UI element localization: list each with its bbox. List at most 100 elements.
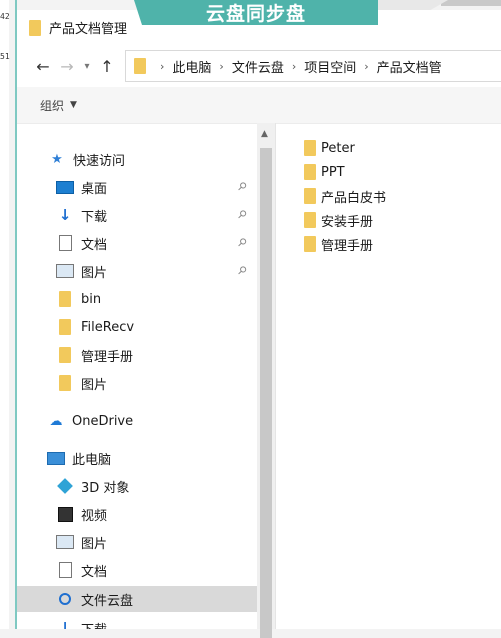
cube-icon [57,478,73,494]
nav-label: 此电脑 [72,452,112,468]
nav-pictures[interactable]: 图片 [55,258,107,284]
folder-icon [59,375,71,391]
folder-icon [304,140,316,156]
breadcrumb-cloud[interactable]: 文件云盘 [232,57,284,76]
document-icon [58,235,72,251]
folder-icon [304,188,316,204]
file-list: Peter PPT 产品白皮书 安装手册 管理手册 [275,123,501,629]
nav-this-pc[interactable]: 此电脑 [46,445,111,471]
nav-label: 下载 [81,209,108,225]
desktop-icon [56,180,74,194]
nav-documents[interactable]: 文档 [55,230,107,256]
explorer-window: 产品文档管理 ← → ▾ ↑ › 此电脑 › 文件云盘 › 项目空间 › 产品文… [17,10,501,638]
pin-icon[interactable]: ⚲ [235,179,250,194]
file-name: PPT [321,164,345,180]
nav-label: 3D 对象 [81,480,130,496]
nav-manuals[interactable]: 管理手册 [55,342,133,368]
breadcrumb-project-space[interactable]: 项目空间 [304,57,356,76]
nav-label: bin [81,291,102,307]
page-edge [0,0,9,629]
pin-icon[interactable]: ⚲ [235,235,250,250]
folder-icon [304,236,316,252]
nav-videos[interactable]: 视频 [55,501,107,527]
file-name: 管理手册 [321,238,374,254]
nav-label: 文件云盘 [81,593,134,609]
download-icon: ↓ [58,619,72,629]
nav-label: 快速访问 [73,153,126,169]
cloud-drive-icon [59,593,71,605]
nav-cloud-drive[interactable]: 文件云盘 [17,586,257,612]
picture-icon [56,535,74,549]
list-item[interactable]: PPT [304,161,345,183]
up-arrow-icon[interactable]: ↑ [95,57,119,76]
nav-label: 下载 [81,619,107,630]
list-item[interactable]: 管理手册 [304,233,373,255]
star-icon: ★ [51,151,63,167]
nav-label: 图片 [81,265,108,281]
navigation-pane: ★ 快速访问 桌面 ⚲ ↓ 下载 ⚲ 文档 ⚲ 图片 ⚲ bin FileRec… [17,123,257,629]
nav-pictures-folder[interactable]: 图片 [55,370,107,396]
line-number: 51 [0,52,10,61]
nav-3d-objects[interactable]: 3D 对象 [55,473,129,499]
recent-locations-chevron-icon[interactable]: ▾ [79,61,95,72]
video-icon [57,506,73,522]
list-item[interactable]: 产品白皮书 [304,185,386,207]
folder-icon [304,164,316,180]
nav-documents-pc[interactable]: 文档 [55,557,107,583]
address-bar[interactable]: › 此电脑 › 文件云盘 › 项目空间 › 产品文档管 [125,50,501,82]
nav-quick-access[interactable]: ★ 快速访问 [47,146,125,172]
nav-bin[interactable]: bin [55,286,101,312]
nav-label: 文档 [81,237,108,253]
folder-icon [59,291,71,307]
file-name: Peter [321,140,355,156]
scroll-up-arrow-icon[interactable]: ▲ [261,129,268,139]
nav-label: OneDrive [72,413,134,429]
nav-onedrive[interactable]: ☁ OneDrive [46,408,134,434]
line-number: 42 [0,12,10,21]
organize-menu[interactable]: 组织 [40,97,64,114]
window-title: 产品文档管理 [49,22,128,37]
cloud-icon: ☁ [49,413,63,429]
nav-label: 文档 [81,564,108,580]
scrollbar-thumb[interactable] [260,148,272,638]
decoration [441,0,501,6]
nav-filerecv[interactable]: FileRecv [55,314,134,340]
back-arrow-icon[interactable]: ← [31,57,55,76]
nav-pictures-pc[interactable]: 图片 [55,529,107,555]
list-item[interactable]: Peter [304,137,355,159]
banner-heading: 云盘同步盘 [134,0,378,25]
nav-scrollbar[interactable]: ▲ [257,123,275,638]
breadcrumb-separator-icon[interactable]: › [160,60,164,73]
file-name: 安装手册 [321,214,374,230]
nav-downloads-pc[interactable]: ↓ 下载 [55,615,107,629]
pin-icon[interactable]: ⚲ [235,263,250,278]
folder-icon [59,347,71,363]
folder-icon [29,19,41,36]
file-name: 产品白皮书 [321,190,387,206]
content-area: ★ 快速访问 桌面 ⚲ ↓ 下载 ⚲ 文档 ⚲ 图片 ⚲ bin FileRec… [17,123,501,638]
document-icon [58,562,72,578]
folder-icon [134,58,146,74]
nav-label: 视频 [81,508,108,524]
breadcrumb-separator-icon[interactable]: › [364,60,368,73]
command-bar: 组织 ▼ [17,87,501,124]
breadcrumb-separator-icon[interactable]: › [292,60,296,73]
download-icon: ↓ [58,206,72,224]
list-item[interactable]: 安装手册 [304,209,373,231]
breadcrumb-product-docs[interactable]: 产品文档管 [377,57,442,76]
nav-label: 图片 [81,536,108,552]
picture-icon [56,264,74,278]
folder-icon [59,319,71,335]
breadcrumb-this-pc[interactable]: 此电脑 [172,57,211,76]
nav-label: 桌面 [81,181,108,197]
pin-icon[interactable]: ⚲ [235,207,250,222]
nav-label: FileRecv [81,319,135,335]
nav-label: 图片 [81,377,108,393]
nav-label: 管理手册 [81,349,134,365]
forward-arrow-icon[interactable]: → [55,57,79,76]
nav-downloads[interactable]: ↓ 下载 [55,202,107,228]
navigation-bar: ← → ▾ ↑ › 此电脑 › 文件云盘 › 项目空间 › 产品文档管 [17,45,501,87]
breadcrumb-separator-icon[interactable]: › [219,60,223,73]
dropdown-caret-icon[interactable]: ▼ [70,100,77,110]
nav-desktop[interactable]: 桌面 [55,174,107,200]
